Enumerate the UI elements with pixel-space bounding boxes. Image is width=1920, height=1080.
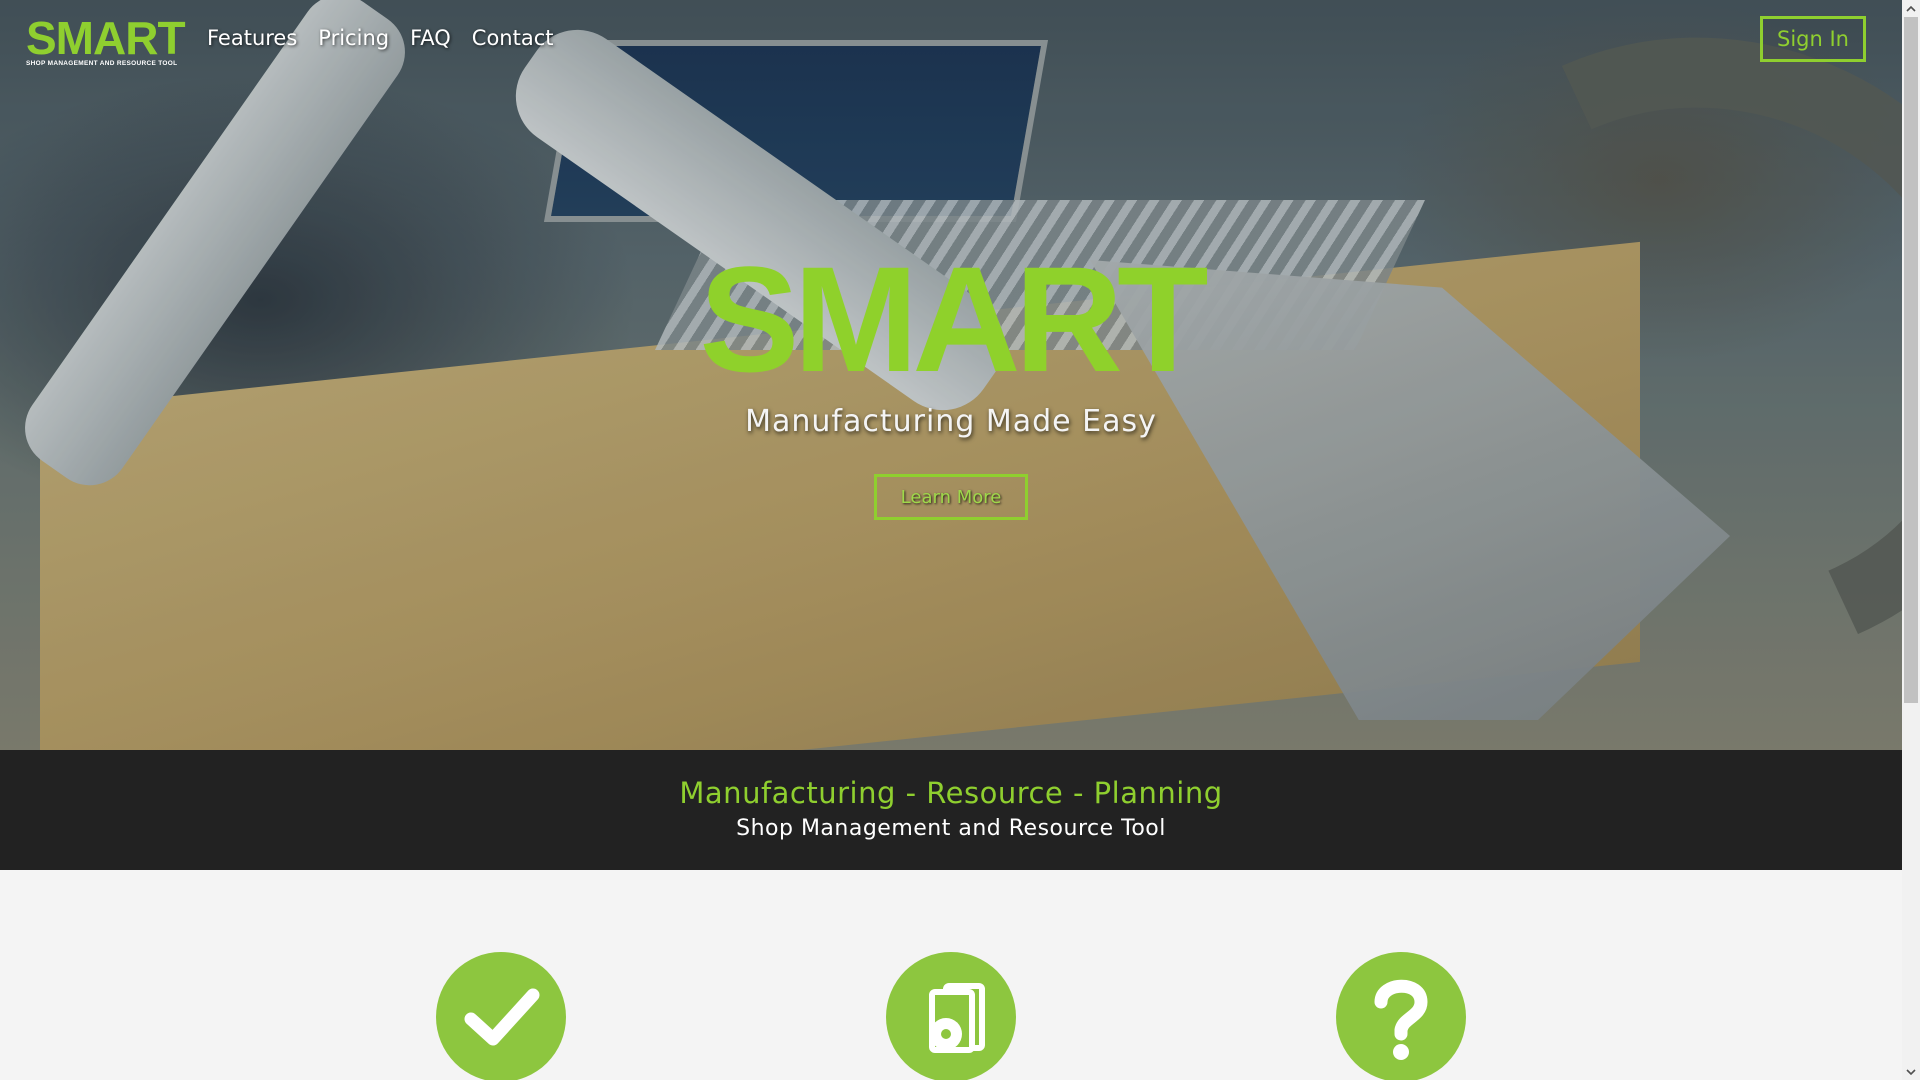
nav-link-contact[interactable]: Contact xyxy=(472,26,554,50)
band-title: Manufacturing - Resource - Planning xyxy=(679,776,1223,810)
scroll-down-arrow-icon[interactable] xyxy=(1902,1063,1920,1080)
sign-in-button[interactable]: Sign In xyxy=(1760,16,1866,62)
hero-title: SMART xyxy=(699,235,1208,403)
nav-link-faq[interactable]: FAQ xyxy=(410,26,451,50)
learn-more-button[interactable]: Learn More xyxy=(874,474,1028,520)
band-subtitle: Shop Management and Resource Tool xyxy=(736,816,1166,841)
nav-link-pricing[interactable]: Pricing xyxy=(318,26,389,50)
tagline-band: Manufacturing - Resource - Planning Shop… xyxy=(0,750,1902,870)
nav-menu: Features Pricing FAQ Contact xyxy=(207,26,553,50)
hero-section: SMART Manufacturing Made Easy Learn More xyxy=(0,0,1902,750)
software-disc-icon xyxy=(886,952,1016,1080)
vertical-scrollbar[interactable] xyxy=(1902,0,1920,1080)
features-section xyxy=(0,870,1902,1080)
question-mark-icon xyxy=(1336,952,1466,1080)
scrollbar-thumb[interactable] xyxy=(1904,17,1918,703)
logo-text: SMART xyxy=(26,12,186,64)
logo-tagline: SHOP MANAGEMENT AND RESOURCE TOOL xyxy=(26,60,178,67)
logo[interactable]: SMART SHOP MANAGEMENT AND RESOURCE TOOL xyxy=(26,12,186,67)
checkmark-icon xyxy=(436,952,566,1080)
scroll-up-arrow-icon[interactable] xyxy=(1902,0,1920,17)
top-navigation: SMART SHOP MANAGEMENT AND RESOURCE TOOL … xyxy=(0,0,1902,82)
page: SMART Manufacturing Made Easy Learn More… xyxy=(0,0,1902,1080)
hero-subtitle: Manufacturing Made Easy xyxy=(745,404,1157,439)
nav-link-features[interactable]: Features xyxy=(207,26,297,50)
